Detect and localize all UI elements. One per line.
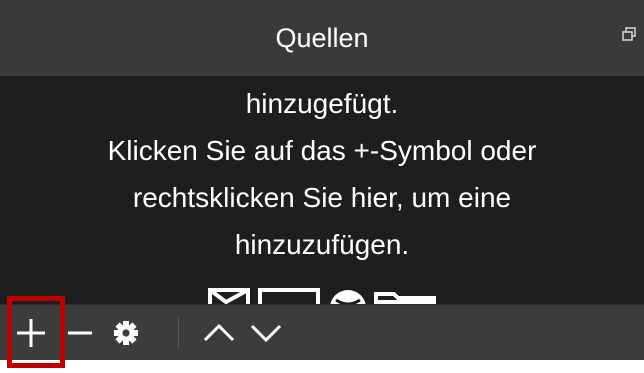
display-icon	[258, 288, 320, 304]
float-dock-icon[interactable]	[620, 25, 638, 43]
empty-message-line: rechtsklicken Sie hier, um eine	[132, 182, 512, 213]
empty-message-line: hinzugefügt.	[245, 88, 399, 119]
source-type-hint-icons	[208, 288, 448, 304]
empty-message-line: Klicken Sie auf das +-Symbol oder	[107, 135, 537, 166]
page-background	[0, 360, 644, 373]
sources-toolbar	[0, 304, 644, 360]
dock-title: Quellen	[275, 23, 369, 53]
move-source-down-button[interactable]	[246, 305, 286, 361]
empty-sources-message: hinzugefügt. Klicken Sie auf das +-Symbo…	[0, 80, 644, 268]
toolbar-separator	[178, 317, 179, 349]
sources-dock: Quellen hinzugefügt. Klicken Sie auf das…	[0, 0, 644, 360]
add-source-button[interactable]	[11, 305, 51, 361]
dock-titlebar[interactable]: Quellen	[0, 0, 644, 76]
move-source-up-button[interactable]	[199, 305, 239, 361]
sources-list[interactable]: hinzugefügt. Klicken Sie auf das +-Symbo…	[0, 76, 644, 304]
image-icon	[208, 288, 250, 304]
empty-message-line: hinzuzufügen.	[234, 229, 410, 260]
remove-source-button[interactable]	[60, 305, 100, 361]
globe-icon	[330, 290, 366, 304]
source-properties-button[interactable]	[106, 305, 146, 361]
folder-icon	[374, 292, 436, 304]
